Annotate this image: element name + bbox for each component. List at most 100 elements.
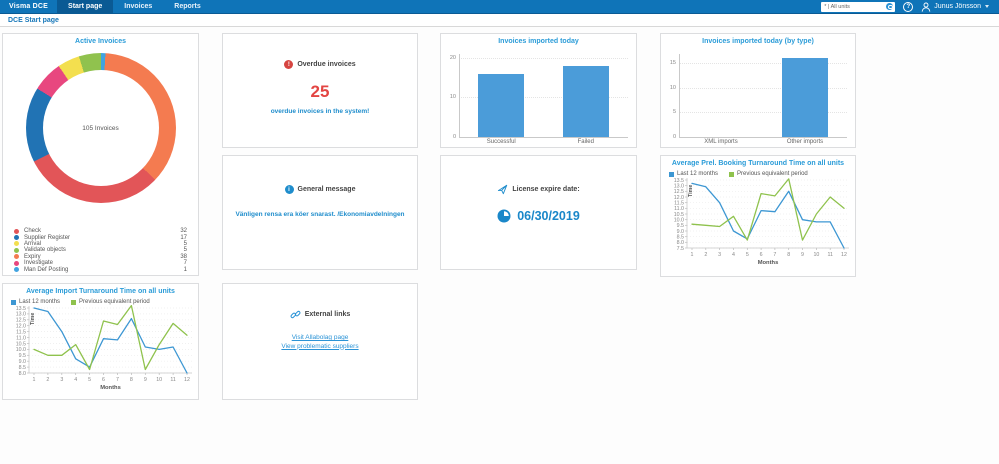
active-invoices-donut-chart: 105 Invoices — [25, 53, 176, 203]
x-axis-tick: 10 — [813, 252, 819, 258]
legend-color-swatch — [71, 299, 77, 305]
x-axis-tick: 6 — [102, 377, 105, 383]
y-axis-tick: 13.5 — [674, 178, 684, 184]
overdue-count: 25 — [310, 82, 330, 101]
legend-item: Supplier Register 17 — [14, 234, 187, 241]
card-external-links: External links Visit Allabolag page View… — [222, 283, 418, 400]
x-axis-tick: 3 — [718, 252, 721, 258]
paper-plane-icon — [498, 184, 508, 195]
x-axis-tick: 1 — [691, 252, 694, 258]
x-axis-category: Successful — [486, 139, 516, 145]
card-general-message: i General message Vänligen rensa era köe… — [222, 155, 418, 270]
x-axis-tick: 8 — [130, 377, 133, 383]
bar-successful — [478, 73, 525, 137]
y-axis-label: Time — [30, 313, 36, 325]
x-axis-tick: 12 — [184, 377, 190, 383]
card-license-expire: License expire date: 06/30/2019 — [440, 155, 637, 270]
unit-selector-value: * | All units — [824, 3, 850, 10]
legend-label: Previous equivalent period — [737, 171, 808, 177]
user-name: Junus Jönsson — [934, 3, 981, 10]
legend-color-dot — [14, 247, 19, 253]
x-axis-tick: 12 — [841, 252, 847, 258]
legend-color-swatch — [11, 299, 16, 305]
legend-item: Investigate 7 — [14, 260, 187, 266]
unit-selector[interactable]: * | All units — [821, 1, 896, 12]
legend-value: 7 — [183, 260, 187, 267]
legend-item: Last 12 months — [11, 299, 60, 305]
donut-hole: 105 Invoices — [42, 70, 159, 186]
x-axis-tick: 2 — [46, 377, 49, 383]
y-axis-tick: 8.5 — [677, 235, 684, 241]
x-axis-tick: 1 — [33, 377, 36, 383]
bar-other-imports — [782, 57, 828, 137]
x-axis-tick: 3 — [60, 377, 63, 383]
legend-value: 5 — [183, 247, 187, 254]
y-axis-tick: 12.0 — [674, 195, 684, 201]
y-axis-tick: 5 — [672, 109, 676, 116]
link-icon — [290, 310, 301, 319]
y-axis-tick: 8.5 — [19, 365, 26, 371]
x-axis-tick: 5 — [746, 252, 749, 258]
prel-booking-line-chart: 7.58.08.59.09.510.010.511.011.512.012.51… — [674, 178, 849, 266]
link-allabolag[interactable]: Visit Allabolag page — [223, 334, 417, 343]
legend-label: Validate objects — [24, 247, 66, 254]
nav-item-start-page[interactable]: Start page — [57, 0, 114, 13]
y-axis-tick: 9.5 — [19, 353, 26, 359]
legend-value: 17 — [180, 234, 187, 241]
navbar-right: * | All units ? Junus Jönsson — [821, 0, 999, 13]
app-brand[interactable]: Visma DCE — [0, 0, 57, 13]
breadcrumb[interactable]: DCE Start page — [8, 17, 59, 24]
donut-center-label: 105 Invoices — [82, 124, 119, 132]
nav-item-reports[interactable]: Reports — [163, 0, 211, 13]
imported-today-bar-chart: 0 10 20 Successful Failed — [441, 34, 636, 147]
search-icon[interactable] — [886, 3, 894, 10]
x-axis-tick: 2 — [704, 252, 707, 258]
y-axis-tick: 10 — [669, 84, 676, 91]
legend-value: 32 — [180, 228, 187, 235]
y-axis-tick: 15 — [669, 59, 676, 66]
user-menu[interactable]: Junus Jönsson — [921, 2, 989, 12]
x-axis-tick: 4 — [732, 252, 735, 258]
card-invoices-imported-by-type: Invoices imported today (by type) 0 5 10 15… — [660, 33, 856, 148]
x-axis-tick: 5 — [88, 377, 91, 383]
user-icon — [922, 2, 931, 12]
link-problematic-suppliers[interactable]: View problematic suppliers — [223, 343, 417, 352]
x-axis-tick: 9 — [144, 377, 147, 383]
y-axis — [459, 54, 460, 137]
x-axis-tick: 7 — [773, 252, 776, 258]
help-icon[interactable]: ? — [903, 1, 914, 12]
overdue-message: overdue invoices in the system! — [270, 108, 370, 115]
bar-failed — [562, 65, 609, 137]
legend-label: Previous equivalent period — [79, 299, 150, 305]
info-icon: i — [284, 185, 294, 194]
card-title: Average Prel. Booking Turnaround Time on… — [671, 160, 845, 167]
breadcrumb-bar: DCE Start page — [0, 14, 999, 27]
x-axis-tick: 11 — [827, 252, 833, 258]
y-axis-tick: 8.0 — [677, 240, 684, 246]
overdue-title: Overdue invoices — [297, 61, 356, 68]
y-axis-tick: 9.0 — [19, 359, 26, 365]
general-message-title: General message — [297, 186, 356, 193]
chevron-down-icon — [985, 5, 989, 8]
nav-item-invoices[interactable]: Invoices — [113, 0, 163, 13]
legend-item: Check 32 — [14, 228, 187, 234]
legend-color-dot — [14, 260, 19, 266]
general-message-text: Vänligen rensa era köer snarast. /Ekonom… — [235, 211, 405, 218]
y-axis-tick: 10 — [449, 94, 456, 101]
y-axis-tick: 13.5 — [16, 306, 26, 312]
legend-label: Supplier Register — [24, 234, 71, 241]
donut-legend: Check 32 Supplier Register 17 Arrival 5 … — [3, 228, 198, 273]
legend-label: Last 12 months — [19, 299, 61, 305]
x-axis-tick: 11 — [170, 377, 176, 383]
legend-color-dot — [14, 228, 19, 234]
y-axis-tick: 11.5 — [674, 201, 684, 207]
alert-icon: ! — [284, 60, 294, 69]
x-axis-tick: 7 — [116, 377, 119, 383]
legend-item: Arrival 5 — [14, 241, 187, 247]
y-axis-tick: 12.5 — [16, 318, 26, 324]
y-axis-tick: 9.5 — [677, 223, 684, 229]
legend-item: Expiry 38 — [14, 254, 187, 260]
imported-by-type-bar-chart: 0 5 10 15 XML imports Other imports — [661, 34, 855, 147]
y-axis-tick: 10.5 — [674, 212, 684, 218]
legend-item: Man Def Posting 1 — [14, 266, 187, 273]
